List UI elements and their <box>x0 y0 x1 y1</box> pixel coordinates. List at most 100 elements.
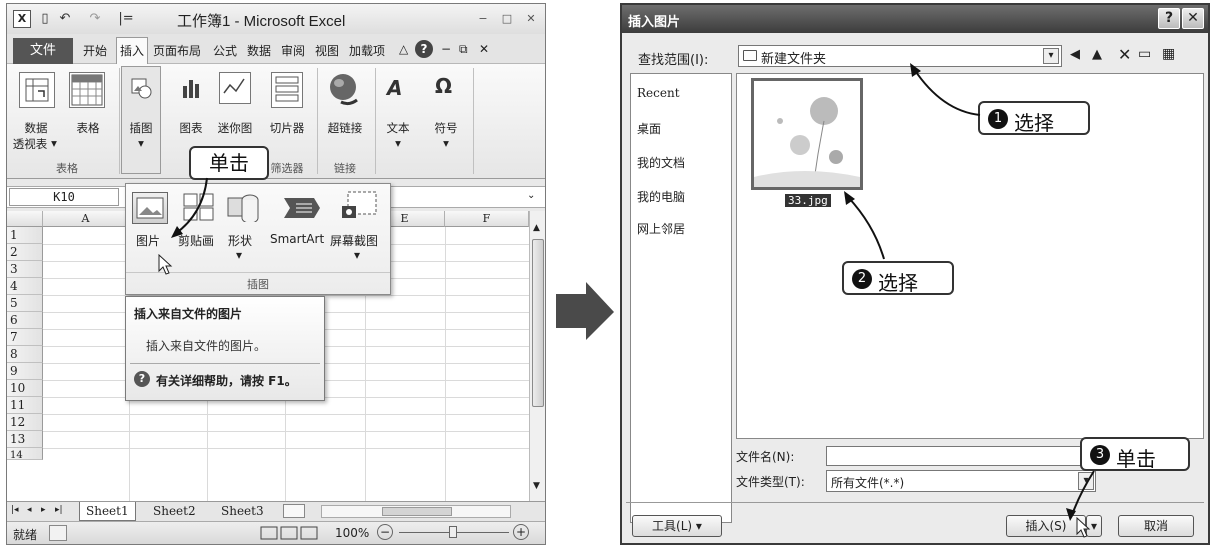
tab-data[interactable]: 数据 <box>247 42 271 59</box>
column-header[interactable]: A <box>43 211 129 227</box>
hyperlink-icon[interactable] <box>327 72 363 108</box>
help-icon[interactable]: ? <box>415 40 433 58</box>
text-dropdown-arrow[interactable]: ▾ <box>381 136 415 150</box>
macro-record-icon[interactable] <box>49 525 67 541</box>
minimize-icon[interactable]: − <box>475 12 491 26</box>
sheet-tab-3[interactable]: Sheet3 <box>215 502 270 521</box>
tab-insert[interactable]: 插入 <box>116 37 148 65</box>
smartart-icon[interactable] <box>282 194 322 222</box>
tab-review[interactable]: 审阅 <box>281 42 305 59</box>
file-name-input[interactable] <box>826 446 1096 466</box>
formula-expand-icon[interactable]: ⌄ <box>527 190 535 201</box>
row-header[interactable]: 14 <box>7 448 43 460</box>
table-icon[interactable] <box>69 72 105 108</box>
chart-label: 图表 <box>179 121 203 135</box>
file-name-caption[interactable]: 33.jpg <box>785 194 831 207</box>
screenshot-icon[interactable] <box>340 190 380 222</box>
next-sheet-icon[interactable]: ▸ <box>41 505 46 515</box>
redo-icon[interactable]: ↷ <box>87 10 103 28</box>
views-icon[interactable]: ▦ <box>1162 46 1175 62</box>
doc-minimize-icon[interactable]: − <box>441 42 451 56</box>
row-header[interactable]: 7 <box>7 329 43 346</box>
tab-view[interactable]: 视图 <box>315 42 339 59</box>
undo-icon[interactable]: ↶ <box>57 10 73 28</box>
save-icon[interactable]: ▯ <box>37 10 53 28</box>
file-thumbnail[interactable] <box>751 78 863 190</box>
row-header[interactable]: 3 <box>7 261 43 278</box>
zoom-slider-thumb[interactable] <box>449 526 457 538</box>
pivot-dropdown-arrow[interactable]: ▾ <box>49 136 59 150</box>
chart-icon[interactable] <box>179 76 203 100</box>
sheet-tab-1[interactable]: Sheet1 <box>79 502 136 521</box>
file-type-select[interactable]: 所有文件(*.*) <box>826 470 1096 492</box>
row-header[interactable]: 11 <box>7 397 43 414</box>
scroll-thumb[interactable] <box>532 239 544 407</box>
zoom-out-icon[interactable]: − <box>377 524 393 540</box>
doc-restore-icon[interactable]: ⧉ <box>459 42 468 57</box>
row-header[interactable]: 8 <box>7 346 43 363</box>
excel-app-icon[interactable]: X <box>13 10 31 28</box>
row-header[interactable]: 4 <box>7 278 43 295</box>
row-header[interactable]: 2 <box>7 244 43 261</box>
customize-quick-access-icon[interactable]: |= <box>115 10 137 28</box>
symbol-icon[interactable]: Ω <box>435 74 459 98</box>
tools-button[interactable]: 工具(L) ▾ <box>632 515 722 537</box>
up-folder-icon[interactable]: ▲ <box>1092 47 1102 62</box>
pivot-table-icon[interactable] <box>19 72 55 108</box>
tab-file[interactable]: 文件 <box>13 38 73 64</box>
place-recent[interactable]: Recent <box>637 86 680 100</box>
row-header[interactable]: 9 <box>7 363 43 380</box>
zoom-in-icon[interactable]: + <box>513 524 529 540</box>
horizontal-scrollbar[interactable] <box>321 505 511 518</box>
scroll-down-icon[interactable]: ▼ <box>533 481 540 491</box>
shapes-icon[interactable] <box>226 192 260 224</box>
row-header[interactable]: 13 <box>7 431 43 448</box>
minimize-ribbon-icon[interactable]: △ <box>399 42 408 56</box>
row-header[interactable]: 1 <box>7 227 43 244</box>
slicer-icon[interactable] <box>271 72 303 108</box>
select-all-corner[interactable] <box>7 211 43 227</box>
row-header[interactable]: 6 <box>7 312 43 329</box>
step1-number: 1 <box>988 109 1008 129</box>
doc-close-icon[interactable]: ✕ <box>479 42 489 56</box>
prev-sheet-icon[interactable]: ◂ <box>27 505 32 515</box>
new-sheet-icon[interactable] <box>283 504 305 518</box>
back-icon[interactable]: ◀ <box>1070 47 1080 62</box>
tab-home[interactable]: 开始 <box>83 42 107 59</box>
place-desktop[interactable]: 桌面 <box>637 120 661 137</box>
scroll-up-icon[interactable]: ▲ <box>533 223 540 233</box>
place-network[interactable]: 网上邻居 <box>637 220 685 237</box>
horizontal-scroll-thumb[interactable] <box>382 507 452 516</box>
place-my-documents[interactable]: 我的文档 <box>637 154 685 171</box>
delete-icon[interactable]: ✕ <box>1118 45 1131 64</box>
place-my-computer[interactable]: 我的电脑 <box>637 188 685 205</box>
first-sheet-icon[interactable]: |◂ <box>11 505 19 515</box>
tab-addins[interactable]: 加载项 <box>349 42 385 59</box>
shapes-label[interactable]: 形状 <box>228 232 252 249</box>
cancel-button[interactable]: 取消 <box>1118 515 1194 537</box>
screenshot-label[interactable]: 屏幕截图 <box>330 232 378 249</box>
zoom-level[interactable]: 100% <box>335 526 369 540</box>
look-in-select[interactable]: 新建文件夹 ▾ <box>738 45 1062 67</box>
close-icon[interactable]: ✕ <box>523 12 539 26</box>
column-header[interactable]: F <box>445 211 529 227</box>
dialog-close-button[interactable]: ✕ <box>1182 8 1204 29</box>
tab-formulas[interactable]: 公式 <box>213 42 237 59</box>
file-list[interactable]: 33.jpg <box>736 73 1204 439</box>
symbol-dropdown-arrow[interactable]: ▾ <box>429 136 463 150</box>
name-box[interactable]: K10 <box>9 188 119 206</box>
last-sheet-icon[interactable]: ▸| <box>55 505 63 515</box>
row-header[interactable]: 12 <box>7 414 43 431</box>
row-header[interactable]: 5 <box>7 295 43 312</box>
new-folder-icon[interactable]: ▭ <box>1138 46 1151 62</box>
sparkline-icon[interactable] <box>219 72 251 104</box>
tab-page-layout[interactable]: 页面布局 <box>153 42 201 59</box>
vertical-scrollbar[interactable]: ▲ ▼ <box>529 211 545 501</box>
look-in-dropdown-icon[interactable]: ▾ <box>1043 48 1059 64</box>
text-icon[interactable]: A <box>387 76 411 100</box>
row-header[interactable]: 10 <box>7 380 43 397</box>
maximize-icon[interactable]: □ <box>499 12 515 26</box>
sheet-tab-2[interactable]: Sheet2 <box>147 502 202 521</box>
dialog-help-button[interactable]: ? <box>1158 8 1180 29</box>
smartart-label[interactable]: SmartArt <box>270 232 324 246</box>
